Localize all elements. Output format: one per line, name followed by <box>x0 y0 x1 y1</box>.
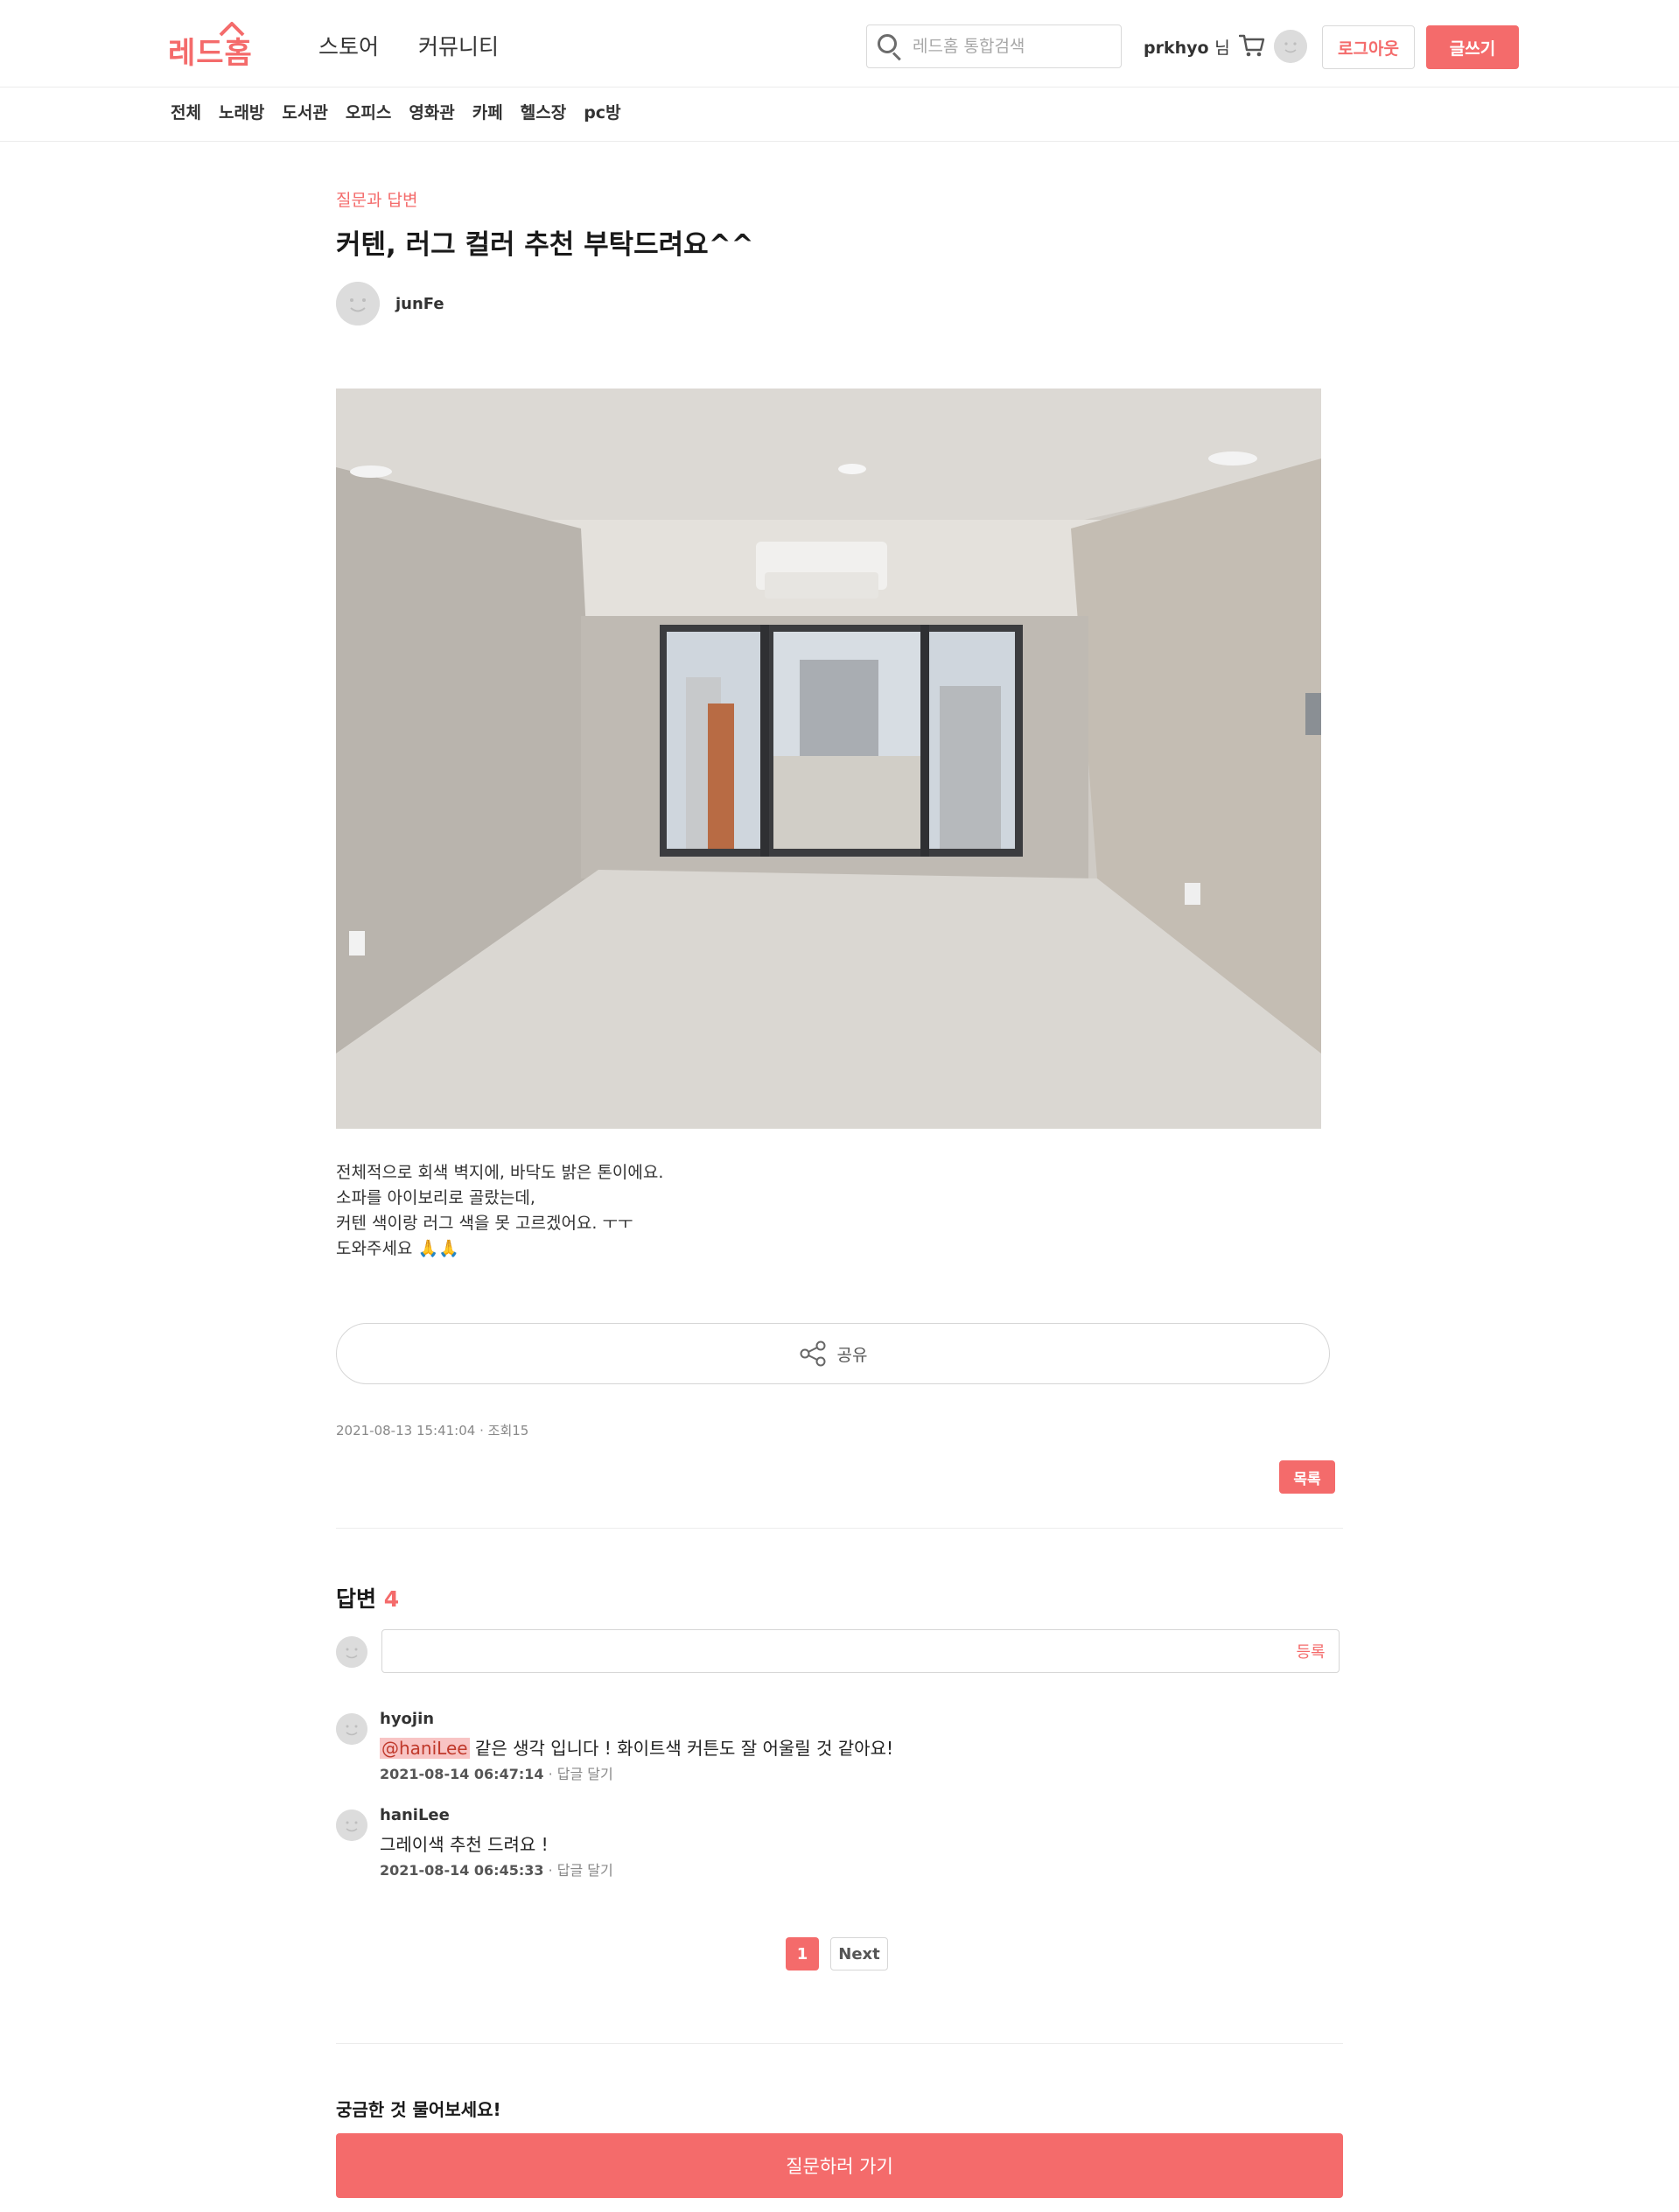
author-name[interactable]: junFe <box>395 295 444 313</box>
post-body: 전체적으로 회색 벽지에, 바닥도 밝은 톤이에요. 소파를 아이보리로 골랐는… <box>336 1160 663 1262</box>
share-label: 공유 <box>836 1345 868 1365</box>
ask-question-button[interactable]: 질문하러 가기 <box>336 2133 1343 2198</box>
share-button[interactable]: 공유 <box>336 1323 1330 1384</box>
subnav-item-gym[interactable]: 헬스장 <box>521 100 566 123</box>
reply-link[interactable]: · 답글 달기 <box>549 1862 613 1879</box>
divider <box>336 2043 1343 2044</box>
logout-button[interactable]: 로그아웃 <box>1322 25 1415 69</box>
comment-date: 2021-08-14 06:47:14 <box>380 1766 544 1782</box>
share-icon <box>800 1340 826 1367</box>
comment-avatar[interactable] <box>336 1713 367 1745</box>
answers-title: 답변 <box>336 1586 377 1612</box>
house-roof-icon <box>219 22 245 37</box>
reply-avatar <box>336 1636 367 1668</box>
post-title: 커텐, 러그 컬러 추천 부탁드려요^^ <box>336 229 754 261</box>
search-bar[interactable] <box>866 24 1122 68</box>
subnav-item-office[interactable]: 오피스 <box>346 100 391 123</box>
comment-date: 2021-08-14 06:45:33 <box>380 1862 544 1879</box>
post-meta: 2021-08-13 15:41:04 · 조회15 <box>336 1421 528 1439</box>
divider <box>336 1528 1343 1529</box>
subnav-item-all[interactable]: 전체 <box>171 100 201 123</box>
subnav-item-pcroom[interactable]: pc방 <box>584 100 620 123</box>
reply-box: 등록 <box>381 1629 1340 1673</box>
post-photo <box>336 388 1321 1129</box>
nav-store[interactable]: 스토어 <box>318 30 379 61</box>
subnav-item-library[interactable]: 도서관 <box>282 100 327 123</box>
write-button[interactable]: 글쓰기 <box>1426 25 1519 69</box>
reply-input[interactable] <box>382 1630 1283 1672</box>
cart-icon[interactable] <box>1239 33 1265 58</box>
post-body-line: 전체적으로 회색 벽지에, 바닥도 밝은 톤이에요. <box>336 1163 664 1182</box>
comment-meta: 2021-08-14 06:47:14 · 답글 달기 <box>380 1762 613 1783</box>
page-current[interactable]: 1 <box>786 1937 819 1970</box>
comment-mention[interactable]: @haniLee <box>380 1738 470 1759</box>
list-button[interactable]: 목록 <box>1279 1460 1335 1494</box>
subnav-item-cinema[interactable]: 영화관 <box>409 100 454 123</box>
comment-text: 그레이색 추천 드려요 ! <box>380 1834 549 1855</box>
subnav-item-cafe[interactable]: 카페 <box>472 100 503 123</box>
post-date: 2021-08-13 15:41:04 <box>336 1423 476 1438</box>
subnav-item-karaoke[interactable]: 노래방 <box>219 100 264 123</box>
post-body-line: 소파를 아이보리로 골랐는데, <box>336 1188 535 1208</box>
ask-heading: 궁금한 것 물어보세요! <box>336 2099 501 2120</box>
comment-body: 그레이색 추천 드려요 ! <box>380 1830 549 1856</box>
meta-separator: · <box>479 1423 488 1438</box>
category-nav: 전체 노래방 도서관 오피스 영화관 카페 헬스장 pc방 <box>0 88 1679 142</box>
reply-link[interactable]: · 답글 달기 <box>549 1766 613 1782</box>
comment-text: 같은 생각 입니다 ! 화이트색 커튼도 잘 어울릴 것 같아요! <box>469 1738 893 1759</box>
answers-count: 4 <box>383 1586 400 1612</box>
search-input[interactable] <box>913 37 1105 56</box>
nav-community[interactable]: 커뮤니티 <box>418 30 499 61</box>
page-next-button[interactable]: Next <box>830 1937 888 1970</box>
post-body-line: 도와주세요 🙏🙏 <box>336 1239 459 1258</box>
reply-submit-button[interactable]: 등록 <box>1283 1640 1339 1662</box>
author-avatar[interactable] <box>336 282 380 326</box>
user-greeting: prkhyo 님 <box>1144 35 1230 59</box>
post-views: 조회15 <box>487 1423 529 1438</box>
logo[interactable]: 레드홈 <box>168 16 253 72</box>
search-icon[interactable] <box>876 32 904 61</box>
post-category[interactable]: 질문과 답변 <box>336 187 417 211</box>
top-header: 레드홈 스토어 커뮤니티 prkhyo 님 로그아웃 글쓰기 <box>0 0 1679 88</box>
answers-heading: 답변 4 <box>336 1582 399 1614</box>
comment-meta: 2021-08-14 06:45:33 · 답글 달기 <box>380 1858 613 1880</box>
comment-body: @haniLee 같은 생각 입니다 ! 화이트색 커튼도 잘 어울릴 것 같아… <box>380 1734 893 1760</box>
user-name: prkhyo <box>1144 38 1209 58</box>
comment-author[interactable]: haniLee <box>380 1806 450 1824</box>
comment-author[interactable]: hyojin <box>380 1710 434 1728</box>
comment-avatar[interactable] <box>336 1810 367 1841</box>
user-suffix: 님 <box>1214 38 1230 58</box>
post-body-line: 커텐 색이랑 러그 색을 못 고르겠어요. ㅜㅜ <box>336 1214 633 1233</box>
user-avatar[interactable] <box>1274 30 1307 63</box>
